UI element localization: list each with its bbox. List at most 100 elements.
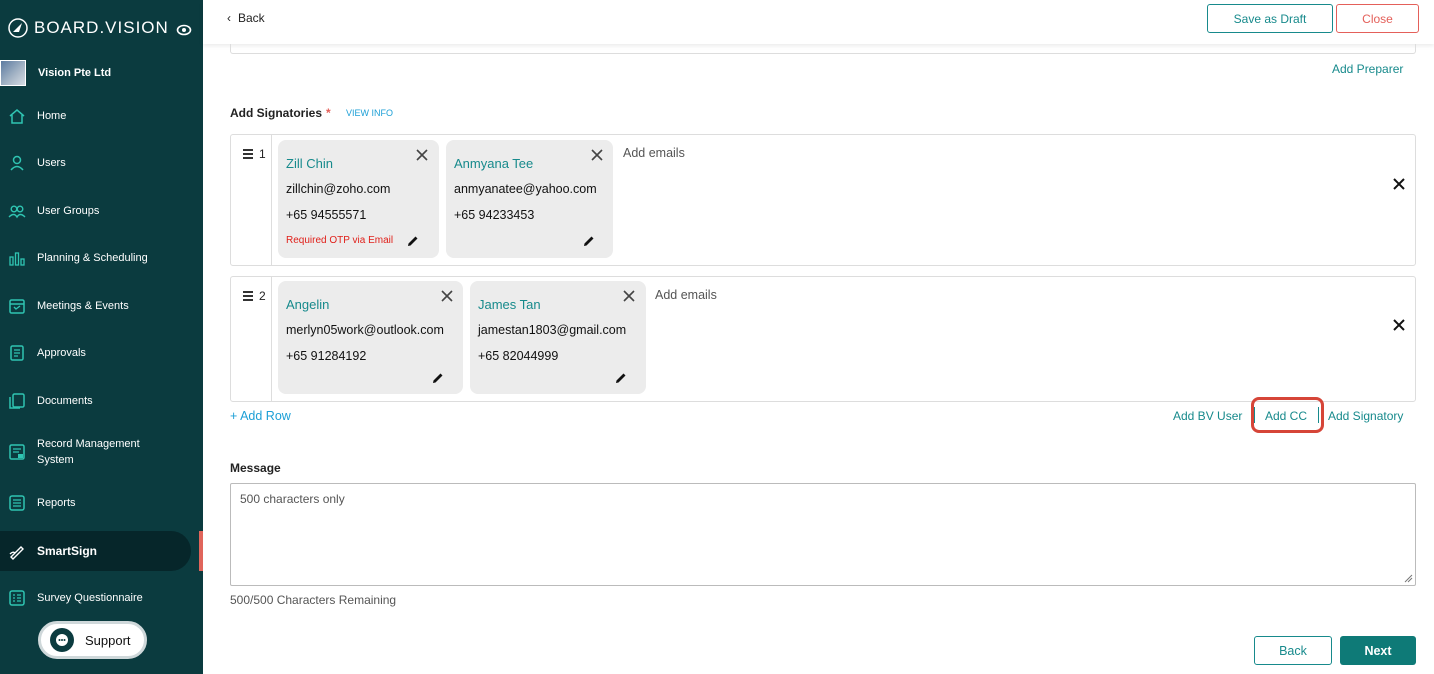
sidebar-item-planning[interactable]: Planning & Scheduling <box>0 243 203 273</box>
message-placeholder: 500 characters only <box>240 492 345 506</box>
signatory-row-1: 1 Zill Chin zillchin@zoho.com +65 945555… <box>230 134 1416 266</box>
characters-remaining: 500/500 Characters Remaining <box>230 593 397 607</box>
org-name: Vision Pte Ltd <box>38 67 112 79</box>
brand-name: BOARD.VISION <box>34 18 169 37</box>
chart-icon <box>9 252 25 266</box>
signatories-title-text: Add Signatories <box>230 106 323 120</box>
brand[interactable]: BOARD.VISION <box>8 18 169 38</box>
resize-handle-icon[interactable] <box>1404 574 1413 583</box>
edit-icon[interactable] <box>406 234 420 248</box>
signer-card: Zill Chin zillchin@zoho.com +65 94555571… <box>278 140 439 258</box>
report-icon <box>9 495 25 511</box>
signer-email: jamestan1803@gmail.com <box>478 323 627 337</box>
sidebar-item-label: User Groups <box>37 205 100 217</box>
save-draft-button[interactable]: Save as Draft <box>1207 4 1333 33</box>
close-button[interactable]: Close <box>1336 4 1419 33</box>
sidebar-item-label: Approvals <box>37 347 86 359</box>
sidebar-item-home[interactable]: Home <box>0 101 203 131</box>
sidebar-item-smartsign[interactable]: SmartSign <box>0 531 191 571</box>
sidebar-item-documents[interactable]: Documents <box>0 386 203 416</box>
back-button[interactable]: Back <box>1254 636 1332 665</box>
record-icon <box>9 444 25 460</box>
row-drag-handle[interactable]: 2 <box>231 277 272 401</box>
row-drag-handle[interactable]: 1 <box>231 135 272 265</box>
signer-phone: +65 94233453 <box>454 208 535 222</box>
sidebar-item-meetings[interactable]: Meetings & Events <box>0 291 203 321</box>
otp-note: Required OTP via Email <box>286 235 394 246</box>
edit-icon[interactable] <box>582 234 596 248</box>
signer-email: zillchin@zoho.com <box>286 182 391 196</box>
close-icon[interactable] <box>440 289 454 303</box>
back-link[interactable]: ‹ Back <box>227 11 265 25</box>
sidebar-item-approvals[interactable]: Approvals <box>0 338 203 368</box>
top-bar: ‹ Back Save as Draft Close <box>203 0 1434 44</box>
chevron-left-icon: ‹ <box>227 11 231 25</box>
signatory-row-2: 2 Angelin merlyn05work@outlook.com +65 9… <box>230 276 1416 402</box>
sidebar-item-label: Meetings & Events <box>37 300 129 312</box>
close-icon[interactable] <box>415 148 429 162</box>
signatories-title: Add Signatories * <box>230 106 331 120</box>
required-mark: * <box>326 106 331 120</box>
back-label: Back <box>238 11 265 25</box>
add-preparer-link[interactable]: Add Preparer <box>1332 62 1403 76</box>
eye-icon[interactable] <box>176 22 192 38</box>
sidebar-item-survey[interactable]: Survey Questionnaire <box>0 583 203 613</box>
sidebar-item-label: Users <box>37 157 66 169</box>
close-icon[interactable] <box>590 148 604 162</box>
sidebar-item-label: Documents <box>37 395 93 407</box>
sidebar-item-user-groups[interactable]: User Groups <box>0 196 203 226</box>
sidebar-item-label: Reports <box>37 497 76 509</box>
users-icon <box>8 205 26 219</box>
signer-name: Anmyana Tee <box>454 156 534 171</box>
drag-handle-icon <box>243 291 253 303</box>
signer-card: James Tan jamestan1803@gmail.com +65 820… <box>470 281 646 394</box>
signer-email: anmyanatee@yahoo.com <box>454 182 597 196</box>
sidebar-item-label: Survey Questionnaire <box>37 592 143 604</box>
add-emails-input[interactable]: Add emails <box>623 146 685 160</box>
sidebar-item-reports[interactable]: Reports <box>0 488 203 518</box>
view-info-link[interactable]: VIEW INFO <box>346 108 393 118</box>
home-icon <box>9 109 25 124</box>
signer-phone: +65 82044999 <box>478 349 559 363</box>
signer-name: James Tan <box>478 297 541 312</box>
edit-icon[interactable] <box>431 371 445 385</box>
sidebar-item-users[interactable]: Users <box>0 148 203 178</box>
message-textarea[interactable]: 500 characters only <box>230 483 1416 586</box>
survey-icon <box>9 590 25 606</box>
preparer-box <box>230 44 1416 54</box>
org-switcher[interactable]: Vision Pte Ltd <box>0 60 111 86</box>
add-emails-input[interactable]: Add emails <box>655 288 717 302</box>
add-row-link[interactable]: + Add Row <box>230 409 291 423</box>
add-bv-user-link[interactable]: Add BV User <box>1173 409 1242 423</box>
drag-handle-icon <box>243 149 253 161</box>
next-button[interactable]: Next <box>1340 636 1416 665</box>
remove-row-icon[interactable] <box>1392 318 1406 332</box>
sidebar-item-label: SmartSign <box>37 544 98 558</box>
sidebar-item-label: Record Management System <box>37 438 140 466</box>
edit-icon[interactable] <box>614 371 628 385</box>
signer-email: merlyn05work@outlook.com <box>286 323 444 337</box>
close-icon[interactable] <box>622 289 636 303</box>
signer-card: Anmyana Tee anmyanatee@yahoo.com +65 942… <box>446 140 613 258</box>
sidebar: BOARD.VISION Vision Pte Ltd Home Users U… <box>0 0 203 674</box>
pen-icon <box>9 546 24 560</box>
add-cc-highlight <box>1251 397 1324 433</box>
signer-name: Angelin <box>286 297 330 312</box>
document-icon <box>10 345 24 361</box>
calendar-icon <box>9 299 25 314</box>
sidebar-item-label: Home <box>37 110 67 122</box>
remove-row-icon[interactable] <box>1392 177 1406 191</box>
documents-icon <box>9 393 25 409</box>
support-button[interactable]: Support <box>38 621 147 659</box>
message-title: Message <box>230 461 281 475</box>
sidebar-item-record-management[interactable]: Record Management System <box>0 436 203 468</box>
brand-logo-icon <box>8 18 28 38</box>
signer-card: Angelin merlyn05work@outlook.com +65 912… <box>278 281 463 394</box>
row-number: 2 <box>259 289 266 303</box>
row-number: 1 <box>259 147 266 161</box>
signer-phone: +65 91284192 <box>286 349 367 363</box>
signer-phone: +65 94555571 <box>286 208 367 222</box>
add-signatory-link[interactable]: Add Signatory <box>1328 409 1403 423</box>
signer-name: Zill Chin <box>286 156 333 171</box>
active-indicator <box>199 531 203 571</box>
